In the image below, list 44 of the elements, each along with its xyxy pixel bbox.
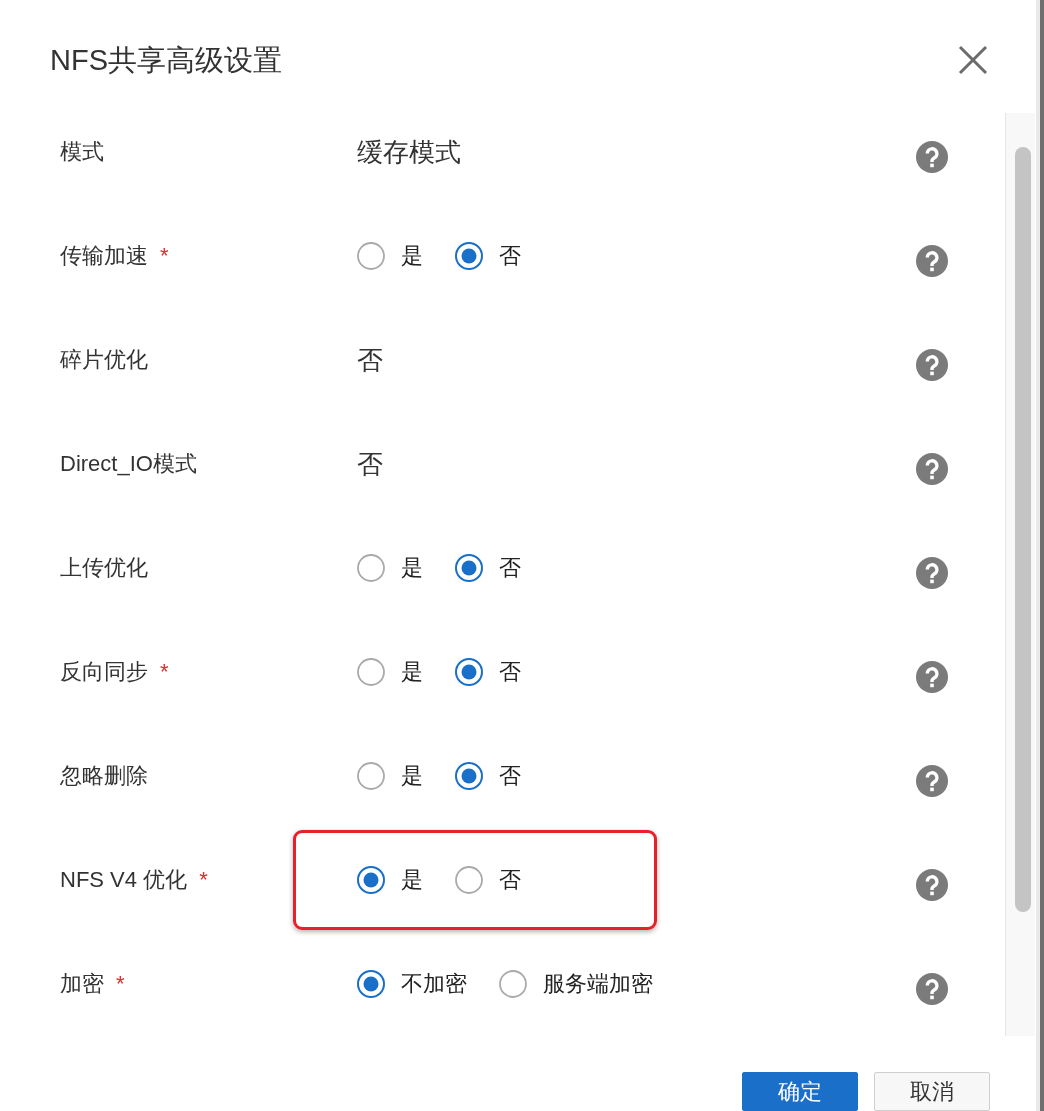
help-icon[interactable] xyxy=(916,141,948,173)
radio-option[interactable]: 是 xyxy=(357,241,423,271)
field-value: 否 xyxy=(357,447,383,481)
field-label: NFS V4 优化 xyxy=(60,866,188,894)
help-icon[interactable] xyxy=(916,661,948,693)
radio-option[interactable]: 是 xyxy=(357,761,423,791)
scrollbar-thumb[interactable] xyxy=(1015,147,1031,912)
help-icon[interactable] xyxy=(916,453,948,485)
radio-option[interactable]: 否 xyxy=(455,761,521,791)
field-label: 加密 xyxy=(60,970,104,998)
required-mark: * xyxy=(116,971,125,997)
close-icon xyxy=(958,45,988,75)
field-label: Direct_IO模式 xyxy=(60,450,197,478)
radio-option[interactable]: 是 xyxy=(357,865,423,895)
radio-option[interactable]: 是 xyxy=(357,657,423,687)
field-label: 上传优化 xyxy=(60,554,148,582)
required-mark: * xyxy=(160,659,169,685)
close-button[interactable] xyxy=(958,45,988,75)
field-label: 传输加速 xyxy=(60,242,148,270)
required-mark: * xyxy=(199,867,208,893)
radio-option[interactable]: 是 xyxy=(357,553,423,583)
radio-option[interactable]: 否 xyxy=(455,241,521,271)
radio-option[interactable]: 否 xyxy=(455,657,521,687)
dialog-title: NFS共享高级设置 xyxy=(50,43,282,78)
cancel-button[interactable]: 取消 xyxy=(874,1072,990,1111)
field-label: 碎片优化 xyxy=(60,346,148,374)
scrollbar[interactable] xyxy=(1005,113,1035,1036)
radio-option[interactable]: 否 xyxy=(455,865,521,895)
radio-option[interactable]: 不加密 xyxy=(357,969,467,999)
help-icon[interactable] xyxy=(916,245,948,277)
help-icon[interactable] xyxy=(916,765,948,797)
field-label: 反向同步 xyxy=(60,658,148,686)
confirm-button[interactable]: 确定 xyxy=(742,1072,858,1111)
radio-option[interactable]: 服务端加密 xyxy=(499,969,653,999)
help-icon[interactable] xyxy=(916,973,948,1005)
help-icon[interactable] xyxy=(916,869,948,901)
field-value: 否 xyxy=(357,343,383,377)
help-icon[interactable] xyxy=(916,349,948,381)
field-value: 缓存模式 xyxy=(357,135,461,169)
field-label: 忽略删除 xyxy=(60,762,148,790)
help-icon[interactable] xyxy=(916,557,948,589)
field-label: 模式 xyxy=(60,138,104,166)
required-mark: * xyxy=(160,243,169,269)
radio-option[interactable]: 否 xyxy=(455,553,521,583)
